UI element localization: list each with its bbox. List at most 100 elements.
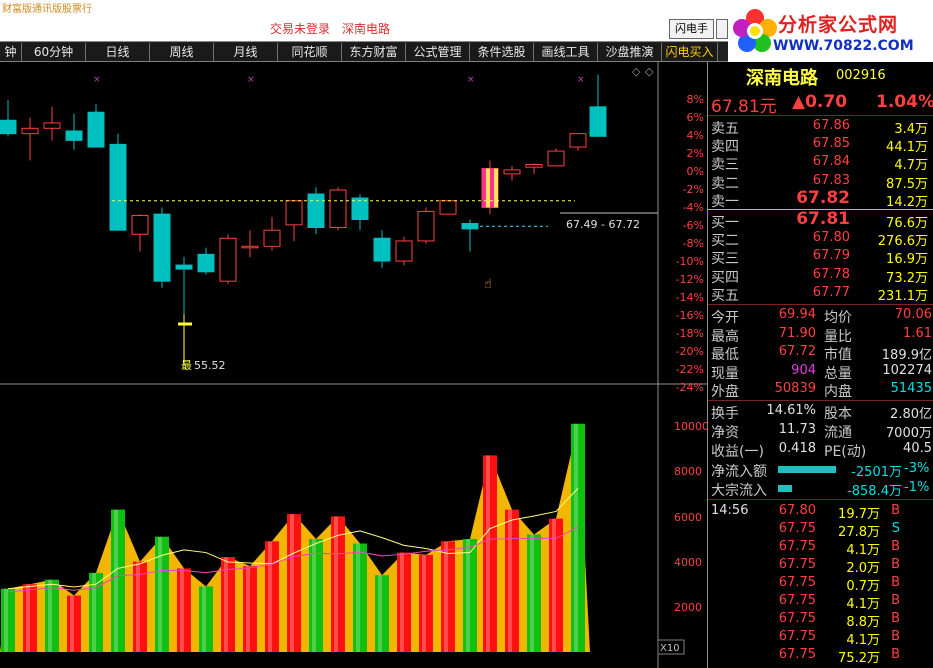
- volume-bar-highlight: [136, 561, 140, 652]
- tick-volume: 2.0万: [846, 561, 880, 576]
- candle-body[interactable]: [329, 189, 347, 229]
- candle-body[interactable]: [525, 163, 543, 168]
- tab-9[interactable]: 画线工具: [534, 43, 598, 61]
- candle-body[interactable]: [285, 200, 303, 226]
- candle-body[interactable]: [43, 122, 61, 129]
- tab-2[interactable]: 日线: [86, 43, 150, 61]
- candle-body[interactable]: [109, 143, 127, 231]
- volume-tick-label: 2000: [674, 601, 702, 614]
- tab-5[interactable]: 同花顺: [278, 43, 342, 61]
- candle-body[interactable]: [461, 223, 479, 230]
- candle-body[interactable]: [131, 214, 149, 235]
- signal-x-icon: ×: [467, 75, 475, 85]
- candle-body[interactable]: [351, 197, 369, 220]
- candle-body[interactable]: [569, 133, 587, 148]
- candle-body[interactable]: [307, 193, 325, 229]
- tab-6[interactable]: 东方财富: [342, 43, 406, 61]
- diamond-icon: ◇: [632, 65, 641, 78]
- tick-side: B: [891, 503, 900, 518]
- tab-3[interactable]: 周线: [150, 43, 214, 61]
- candle-body[interactable]: [65, 130, 83, 141]
- flow-pct: -1%: [904, 480, 930, 495]
- candle-body[interactable]: [219, 237, 237, 282]
- volume-bar-highlight: [312, 539, 316, 652]
- ask-price: 67.85: [812, 136, 850, 152]
- candle-body[interactable]: [175, 264, 193, 270]
- stat-value: 0.418: [778, 441, 816, 456]
- highlight-candle-stripe: [494, 168, 498, 208]
- tick-side: B: [891, 557, 900, 572]
- pct-tick-label: 2%: [687, 147, 704, 160]
- candle-body[interactable]: [153, 213, 171, 282]
- highlight-candle-stripe: [490, 168, 494, 208]
- candle-body[interactable]: [417, 210, 435, 242]
- ask-volume: 4.7万: [894, 158, 928, 174]
- volume-bar-highlight: [180, 568, 184, 652]
- diamond-icon: ◇: [645, 65, 654, 78]
- stat-label: 股本: [824, 406, 852, 422]
- candle-body[interactable]: [589, 106, 607, 137]
- volume-bar-highlight: [290, 514, 294, 652]
- tick-volume: 8.8万: [846, 615, 880, 630]
- bid-label: 买三: [711, 251, 739, 268]
- divider: [708, 115, 933, 116]
- bid-price: 67.77: [812, 284, 850, 300]
- low-prefix: 最: [181, 359, 192, 372]
- tab-0[interactable]: 钟: [0, 43, 22, 61]
- stock-name-link[interactable]: 深南电路: [342, 20, 390, 37]
- bid-volume: 73.2万: [886, 270, 928, 286]
- flow-value: -2501万: [851, 465, 902, 480]
- tick-volume: 4.1万: [846, 633, 880, 648]
- kline-chart[interactable]: 8% 6% 4% 2% 0% -2% -4% -6% -8% -10% -12% -14% -16% -1…: [0, 62, 707, 668]
- candle-body[interactable]: [503, 169, 521, 175]
- candle-body[interactable]: [439, 200, 457, 215]
- pct-tick-label: 8%: [687, 93, 704, 106]
- stat-value: 71.90: [778, 325, 816, 341]
- tick-side: B: [891, 629, 900, 644]
- flow-bar: [778, 485, 792, 492]
- stat-value: 69.94: [778, 307, 816, 322]
- volume-bar-highlight: [508, 509, 512, 652]
- tick-price: 67.75: [778, 575, 816, 590]
- tab-8[interactable]: 条件选股: [470, 43, 534, 61]
- stat-label: 外盘: [711, 384, 739, 400]
- volume-tick-label: 10000: [674, 420, 707, 433]
- trade-login-status[interactable]: 交易未登录: [270, 20, 330, 37]
- pct-tick-label: -24%: [676, 381, 704, 394]
- site-logo: 分析家公式网 WWW.70822.COM: [728, 0, 933, 62]
- volume-bar-highlight: [26, 584, 30, 652]
- tick-volume: 19.7万: [838, 507, 880, 522]
- candle-body[interactable]: [87, 111, 105, 148]
- logo-url: WWW.70822.COM: [773, 38, 914, 54]
- candle-body[interactable]: [197, 253, 215, 273]
- tab-1[interactable]: 60分钟: [22, 43, 86, 61]
- ask-volume: 14.2万: [886, 194, 928, 210]
- range-label: 67.49 - 67.72: [566, 218, 640, 231]
- stat-value: 70.06: [894, 307, 932, 322]
- pct-tick-label: -10%: [676, 255, 704, 268]
- bid-label: 买二: [711, 233, 739, 250]
- toolbar-scroll-button[interactable]: [716, 19, 728, 39]
- tab-7[interactable]: 公式管理: [406, 43, 470, 61]
- tab-11[interactable]: 闪电买入: [662, 43, 718, 61]
- candle-body[interactable]: [373, 237, 391, 262]
- tick-volume: 4.1万: [846, 543, 880, 558]
- volume-bar-highlight: [114, 509, 118, 652]
- tab-4[interactable]: 月线: [214, 43, 278, 61]
- stat-label: 最高: [711, 328, 739, 345]
- price-change-pct: 1.04%: [876, 92, 933, 112]
- period-tab-bar: 钟 60分钟 日线 周线 月线 同花顺 东方财富 公式管理 条件选股 画线工具 沙盘推演 闪电买入: [0, 42, 728, 62]
- candle-body[interactable]: [395, 240, 413, 262]
- candle-body[interactable]: [241, 245, 259, 249]
- tab-10[interactable]: 沙盘推演: [598, 43, 662, 61]
- candle-body[interactable]: [0, 119, 17, 135]
- candle-body[interactable]: [263, 229, 281, 247]
- candle-body[interactable]: [21, 127, 39, 135]
- stat-label: 今开: [711, 310, 739, 326]
- volume-bar-highlight: [356, 543, 360, 652]
- flash-trade-button[interactable]: 闪电手: [669, 19, 714, 39]
- volume-bar-highlight: [530, 534, 534, 652]
- candle-body[interactable]: [547, 150, 565, 167]
- pct-tick-label: -4%: [683, 201, 704, 214]
- signal-x-icon: ×: [577, 75, 585, 85]
